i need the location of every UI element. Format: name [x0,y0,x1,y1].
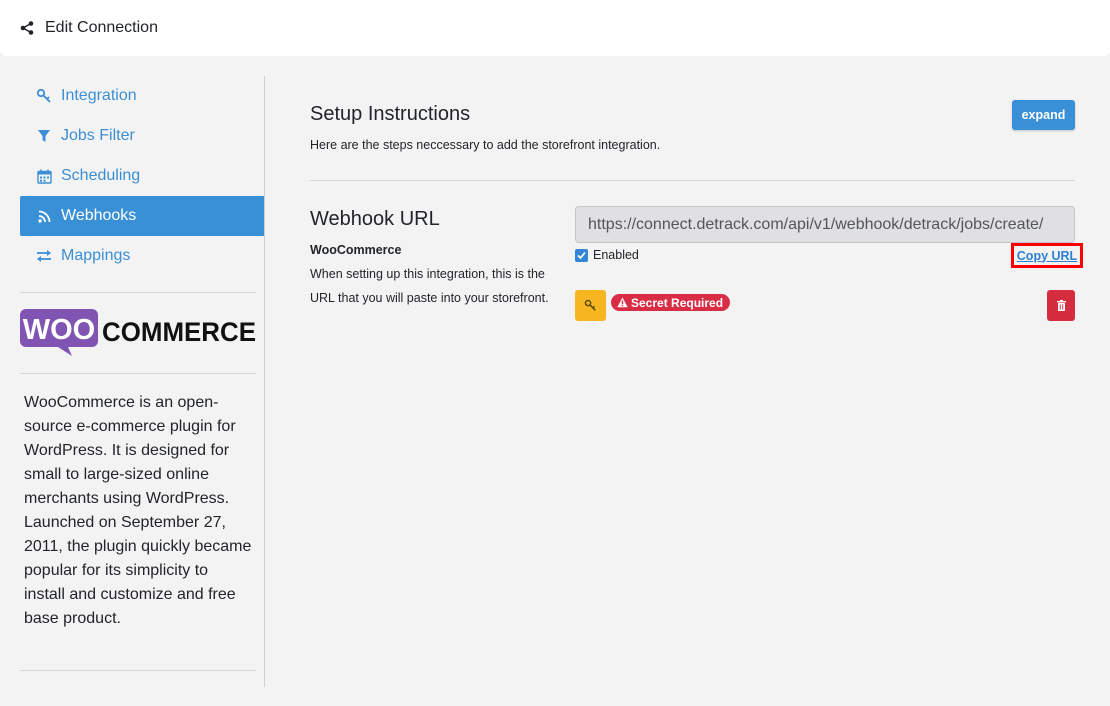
sidebar-item-label: Jobs Filter [61,127,135,144]
sidebar-divider [20,292,256,293]
sidebar-item-jobs-filter[interactable]: Jobs Filter [20,116,264,156]
sidebar: Integration Jobs Filter Scheduling Webho… [20,76,265,687]
sidebar-item-scheduling[interactable]: Scheduling [20,156,264,196]
delete-button[interactable] [1047,290,1075,321]
page-header: Edit Connection [0,0,1110,56]
setup-instructions-title: Setup Instructions [310,103,471,125]
enabled-label: Enabled [593,248,639,262]
page-title: Edit Connection [45,19,158,36]
sidebar-divider [20,670,256,671]
sidebar-item-label: Scheduling [61,167,141,184]
rss-icon [36,208,52,224]
key-icon [36,88,52,104]
webhook-url-title: Webhook URL [310,208,440,230]
webhook-url-input[interactable] [575,206,1075,243]
enabled-checkbox[interactable] [575,248,588,262]
svg-text:COMMERCE: COMMERCE [102,317,256,347]
sidebar-item-label: Integration [61,87,137,104]
integration-about: WooCommerce is an open-source e-commerce… [24,394,252,627]
platform-name: WooCommerce [310,243,402,257]
secret-badge-label: Secret Required [631,295,724,310]
calendar-icon [36,168,52,184]
woocommerce-logo: WOO COMMERCE [20,308,257,358]
sidebar-item-webhooks[interactable]: Webhooks [20,196,264,236]
svg-text:WOO: WOO [23,314,96,346]
secret-required-badge: Secret Required [611,294,731,311]
sidebar-item-label: Mappings [61,247,131,264]
webhook-description: When setting up this integration, this i… [310,267,549,305]
section-divider [310,180,1075,181]
trash-icon [1056,300,1066,311]
sidebar-item-label: Webhooks [61,207,137,224]
sidebar-divider [20,373,256,374]
copy-url-link[interactable]: Copy URL [1011,243,1083,268]
warning-icon [617,297,628,308]
expand-button[interactable]: expand [1012,100,1075,130]
share-icon [20,21,34,35]
filter-icon [36,128,52,144]
enabled-toggle[interactable]: Enabled [575,248,639,262]
sidebar-item-integration[interactable]: Integration [20,76,264,116]
sidebar-item-mappings[interactable]: Mappings [20,236,264,276]
key-icon [584,299,597,312]
set-secret-button[interactable] [575,290,606,321]
exchange-icon [36,248,52,264]
setup-instructions-description: Here are the steps neccessary to add the… [310,138,661,152]
